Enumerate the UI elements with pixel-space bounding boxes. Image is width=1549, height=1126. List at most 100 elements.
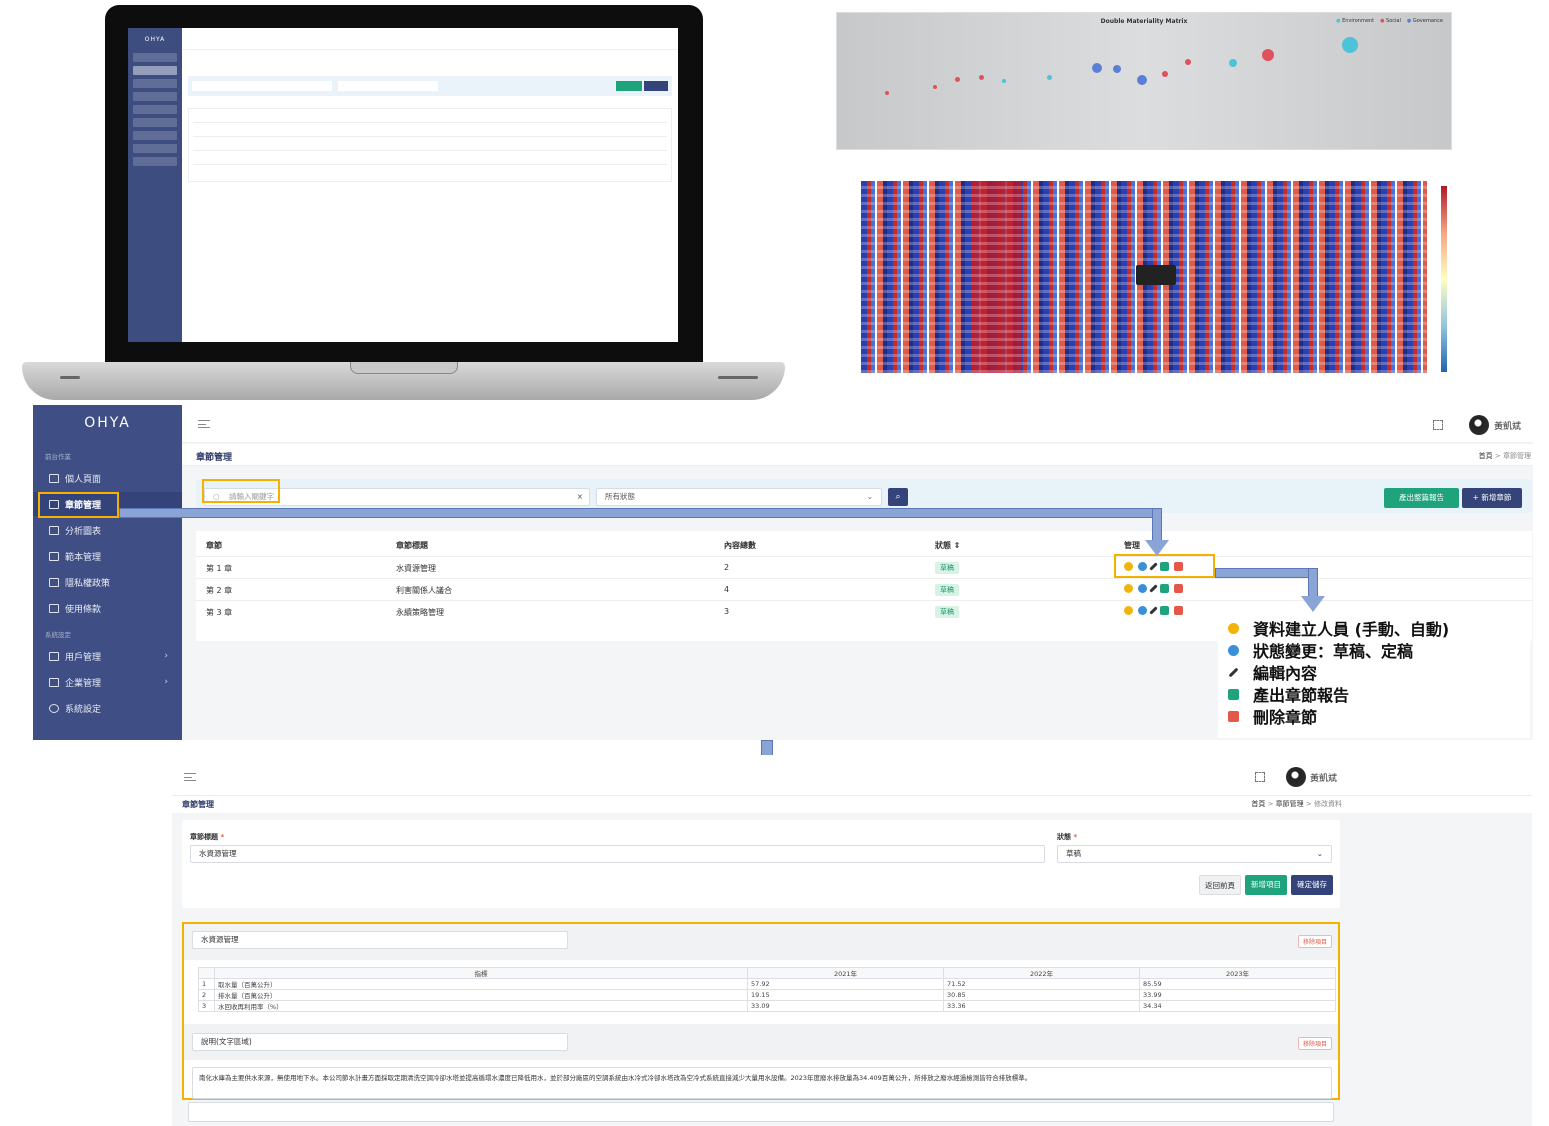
value-cell[interactable]: 33.36	[943, 1000, 1140, 1012]
chapter-number: 第 3 章	[206, 608, 233, 617]
table-header-row: 指標 2021年 2022年 2023年	[198, 967, 1336, 979]
username[interactable]: 黃凱斌	[1310, 771, 1337, 784]
pencil-icon[interactable]	[1149, 606, 1158, 615]
generate-report-button[interactable]: 產出整篇報告	[1384, 488, 1459, 508]
matrix-bubble	[1113, 65, 1121, 73]
add-item-button[interactable]: 新增項目	[1245, 875, 1287, 895]
sidebar-section-main: 前台作業	[45, 453, 71, 461]
sidebar-item-terms[interactable]: 使用條款	[33, 596, 182, 620]
remove-item-button[interactable]: 移除項目	[1297, 935, 1332, 948]
report-icon[interactable]	[1160, 606, 1169, 615]
chapter-title-input[interactable]: 水資源管理	[190, 845, 1045, 863]
status-filter-select[interactable]: 所有狀態 ⌄	[596, 488, 882, 506]
status-badge: 草稿	[935, 584, 959, 596]
legend-label: 刪除章節	[1253, 708, 1318, 727]
chevron-down-icon: ⌄	[1316, 849, 1323, 858]
breadcrumb-parent[interactable]: 章節管理	[1276, 800, 1304, 808]
sidebar-item-users[interactable]: 用戶管理 ›	[33, 644, 182, 668]
status-icon[interactable]	[1138, 606, 1147, 615]
fullscreen-icon[interactable]	[1255, 772, 1265, 782]
clear-icon[interactable]: ×	[577, 489, 583, 505]
value-cell[interactable]: 34.34	[1139, 1000, 1336, 1012]
database-icon[interactable]	[1124, 584, 1133, 593]
status-icon[interactable]	[1138, 584, 1147, 593]
legend-item: 編輯內容	[1228, 660, 1317, 684]
breadcrumb: 首頁 > 章節管理 > 修改資料	[1251, 800, 1342, 808]
table-row: 第 1 章 水資源管理 2 草稿	[196, 556, 1532, 578]
menu-toggle-icon[interactable]	[184, 773, 196, 781]
trash-icon[interactable]	[1174, 606, 1183, 615]
status-label: 狀態 *	[1057, 833, 1078, 841]
column-header: 2021年	[747, 967, 944, 979]
matrix-bubble	[1162, 71, 1168, 77]
save-button[interactable]: 確定儲存	[1291, 875, 1333, 895]
database-icon	[1228, 622, 1239, 634]
back-button[interactable]: 返回前頁	[1199, 875, 1241, 895]
value-cell[interactable]: 71.52	[943, 978, 1140, 990]
menu-toggle-icon[interactable]	[198, 420, 210, 428]
sidebar-item-analytics[interactable]: 分析圖表	[33, 518, 182, 542]
heatmap-tooltip	[1136, 265, 1176, 285]
indicator-cell[interactable]: 排水量（百萬公升）	[214, 989, 748, 1001]
fullscreen-icon[interactable]	[1433, 420, 1443, 430]
matrix-bubble	[1262, 49, 1274, 61]
avatar[interactable]	[1469, 415, 1489, 435]
value-cell[interactable]: 33.99	[1139, 989, 1336, 1001]
breadcrumb-home[interactable]: 首頁	[1479, 452, 1493, 460]
column-header-sortable[interactable]: 狀態 ⇕	[935, 540, 961, 551]
highlight-box	[38, 492, 119, 518]
chapter-number: 第 1 章	[206, 564, 233, 573]
indicator-cell[interactable]: 水回收再利用率（%）	[214, 1000, 748, 1012]
column-header: 章節	[206, 541, 222, 550]
avatar[interactable]	[1286, 767, 1306, 787]
page-title: 章節管理	[182, 800, 214, 809]
content-count: 3	[724, 607, 730, 616]
section-name-input[interactable]: 說明(文字區域)	[192, 1033, 568, 1051]
profile-icon	[49, 473, 59, 483]
add-chapter-button[interactable]: + 新增章節	[1462, 488, 1522, 508]
sidebar-item-settings[interactable]: 系統設定	[33, 696, 182, 720]
highlight-box	[202, 479, 280, 503]
sidebar-item-label: 個人頁面	[65, 474, 102, 485]
legend-environment: ● Environment	[1336, 18, 1375, 24]
description-textarea[interactable]: 南化水庫為主要供水來源，無使用地下水。本公司節水計畫方面採取定期清洗空調冷卻水塔…	[192, 1067, 1332, 1099]
value-cell[interactable]: 30.85	[943, 989, 1140, 1001]
remove-item-button[interactable]: 移除項目	[1297, 1037, 1332, 1050]
trash-icon	[1228, 710, 1239, 722]
status-icon	[1228, 644, 1239, 656]
status-badge: 草稿	[935, 562, 959, 574]
value-cell[interactable]: 85.59	[1139, 978, 1336, 990]
chevron-right-icon: ›	[164, 677, 168, 687]
sidebar-item-profile[interactable]: 個人頁面	[33, 466, 182, 490]
laptop-notch	[350, 362, 458, 374]
indicator-cell[interactable]: 取水量（百萬公升）	[214, 978, 748, 990]
database-icon[interactable]	[1124, 606, 1133, 615]
value-cell[interactable]: 33.09	[747, 1000, 944, 1012]
breadcrumb-home[interactable]: 首頁	[1251, 800, 1265, 808]
search-icon: ⌕	[895, 492, 901, 502]
content-count: 4	[724, 585, 730, 594]
column-header: 2022年	[943, 967, 1140, 979]
legend-item: 資料建立人員 (手動、自動)	[1228, 616, 1449, 640]
section-name-input[interactable]: 水資源管理	[192, 931, 568, 949]
heatmap-colorbar	[1441, 186, 1447, 372]
chart-icon	[49, 525, 59, 535]
pencil-icon[interactable]	[1149, 584, 1158, 593]
report-icon[interactable]	[1160, 584, 1169, 593]
sidebar-item-templates[interactable]: 範本管理	[33, 544, 182, 568]
sidebar-item-companies[interactable]: 企業管理 ›	[33, 670, 182, 694]
value-cell[interactable]: 19.15	[747, 989, 944, 1001]
search-button[interactable]: ⌕	[888, 488, 908, 506]
page-header: 章節管理 首頁 > 章節管理 > 修改資料	[172, 795, 1532, 813]
sidebar-item-privacy[interactable]: 隱私權政策	[33, 570, 182, 594]
extra-textarea[interactable]	[188, 1102, 1334, 1122]
username[interactable]: 黃凱斌	[1494, 419, 1521, 432]
breadcrumb: 首頁 > 章節管理	[1479, 451, 1531, 461]
value-cell[interactable]: 57.92	[747, 978, 944, 990]
section-header: 說明(文字區域) 移除項目	[184, 1024, 1338, 1060]
mini-logo: OHYA	[144, 36, 166, 43]
column-header: 管理	[1124, 541, 1140, 550]
status-select[interactable]: 草稿 ⌄	[1057, 845, 1332, 863]
report-icon	[1228, 688, 1239, 700]
trash-icon[interactable]	[1174, 584, 1183, 593]
